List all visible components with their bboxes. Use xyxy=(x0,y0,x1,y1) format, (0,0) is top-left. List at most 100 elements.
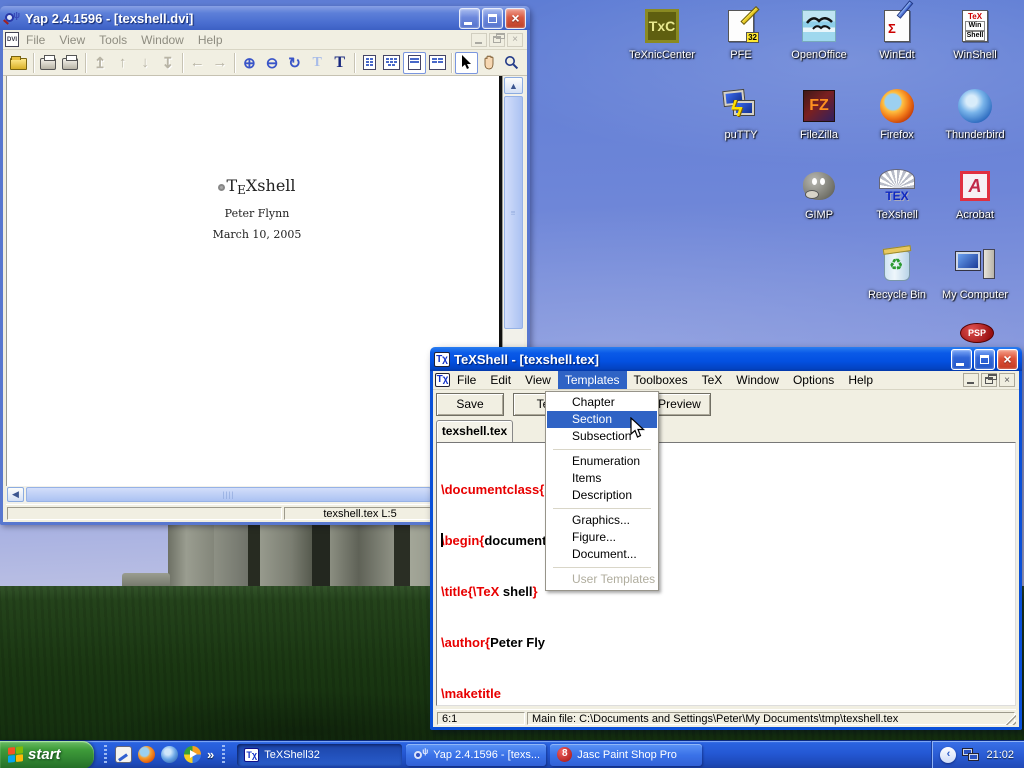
yap-mdi-close-button[interactable]: × xyxy=(507,33,523,47)
zoom-in-button[interactable]: ⊕ xyxy=(238,52,261,74)
toolbar-grip[interactable] xyxy=(222,745,225,765)
texshell-titlebar[interactable]: Tχ TeXShell - [texshell.tex] × xyxy=(430,347,1022,371)
yap-menu-window[interactable]: Window xyxy=(134,31,191,49)
code-line: \begin{document} xyxy=(441,532,1015,549)
quicklaunch-overflow-chevron[interactable]: » xyxy=(207,747,214,762)
desktop-icon-pfe[interactable]: 32 PFE xyxy=(702,6,780,61)
taskbar-button-texshell[interactable]: Tχ TeXShell32 xyxy=(237,744,402,766)
yap-menu-view[interactable]: View xyxy=(52,31,92,49)
mdi-restore-button[interactable] xyxy=(981,373,997,387)
forward-button[interactable]: → xyxy=(209,52,232,74)
continuous-facing-view-button[interactable] xyxy=(426,52,449,74)
network-status-icon[interactable] xyxy=(962,747,980,763)
code-line: \title{\TeX shell} xyxy=(441,583,1015,600)
start-button[interactable]: start xyxy=(0,741,94,768)
code-editor[interactable]: \documentclass{ \begin{document} \title{… xyxy=(436,442,1016,706)
mdi-close-button[interactable]: × xyxy=(999,373,1015,387)
tab-texshell-tex[interactable]: texshell.tex xyxy=(436,420,513,442)
zoom-in-icon: ⊕ xyxy=(243,54,256,72)
desktop-icon-recyclebin[interactable]: ♻ Recycle Bin xyxy=(858,246,936,301)
menu-view[interactable]: View xyxy=(518,371,558,389)
desktop-icon-texniccenter[interactable]: TxC TeXnicCenter xyxy=(623,6,701,61)
menu-item-document[interactable]: Document... xyxy=(547,546,657,563)
horizontal-scrollbar[interactable]: ◀ |||| ▶ xyxy=(6,486,503,504)
scroll-up-button[interactable]: ▲ xyxy=(504,77,523,94)
menu-templates[interactable]: Templates xyxy=(558,371,627,389)
next-page-button[interactable]: ↓ xyxy=(134,52,157,74)
zoom-out-button[interactable]: ⊖ xyxy=(261,52,284,74)
icon-label: TeXnicCenter xyxy=(623,49,701,61)
firefox-quicklaunch-icon[interactable] xyxy=(138,746,155,763)
back-button[interactable]: ← xyxy=(186,52,209,74)
print-button[interactable] xyxy=(37,52,60,74)
desktop-icon-mycomputer[interactable]: My Computer xyxy=(936,246,1014,301)
two-page-icon xyxy=(383,55,400,70)
single-page-view-button[interactable] xyxy=(358,52,381,74)
facing-page-view-button[interactable] xyxy=(381,52,404,74)
yap-menu-help[interactable]: Help xyxy=(191,31,230,49)
menu-edit[interactable]: Edit xyxy=(483,371,518,389)
yap-close-button[interactable]: × xyxy=(505,8,526,29)
desktop-icon-thunderbird[interactable]: Thunderbird xyxy=(936,86,1014,141)
desktop-icon-filezilla[interactable]: FZ FileZilla xyxy=(780,86,858,141)
desktop-icon-firefox[interactable]: Firefox xyxy=(858,86,936,141)
select-tool-button[interactable] xyxy=(455,52,478,74)
pan-tool-button[interactable] xyxy=(478,52,501,74)
texshell-minimize-button[interactable] xyxy=(951,349,972,370)
yap-mdi-minimize-button[interactable] xyxy=(471,33,487,47)
tray-collapse-chevron[interactable]: ‹ xyxy=(940,747,956,763)
menu-item-enumeration[interactable]: Enumeration xyxy=(547,453,657,470)
menu-item-figure[interactable]: Figure... xyxy=(547,529,657,546)
horizontal-scroll-thumb[interactable]: |||| xyxy=(26,487,431,502)
prev-page-button[interactable]: ↑ xyxy=(111,52,134,74)
yap-menu-file[interactable]: File xyxy=(19,31,52,49)
menu-window[interactable]: Window xyxy=(729,371,786,389)
thunderbird-quicklaunch-icon[interactable] xyxy=(161,746,178,763)
yap-menu-tools[interactable]: Tools xyxy=(92,31,134,49)
menu-options[interactable]: Options xyxy=(786,371,841,389)
desktop-icon-psp[interactable]: PSP xyxy=(938,320,1016,346)
vertical-scroll-thumb[interactable]: ≡ xyxy=(504,96,523,329)
scroll-left-button[interactable]: ◀ xyxy=(7,487,24,502)
desktop-icon-gimp[interactable]: GIMP xyxy=(780,166,858,221)
menu-item-items[interactable]: Items xyxy=(547,470,657,487)
yap-titlebar[interactable]: ψ Yap 2.4.1596 - [texshell.dvi] × xyxy=(0,6,530,30)
open-button[interactable] xyxy=(7,52,30,74)
save-button[interactable]: Save xyxy=(436,393,504,416)
toolbar-grip[interactable] xyxy=(104,745,107,765)
refresh-button[interactable]: ↻ xyxy=(283,52,306,74)
menu-tex[interactable]: TeX xyxy=(695,371,730,389)
desktop-icon-texshell[interactable]: TEX TeXshell xyxy=(858,166,936,221)
menu-help[interactable]: Help xyxy=(841,371,880,389)
menu-item-description[interactable]: Description xyxy=(547,487,657,504)
desktop-icon-acrobat[interactable]: A Acrobat xyxy=(936,166,1014,221)
mdi-minimize-button[interactable] xyxy=(963,373,979,387)
menu-toolboxes[interactable]: Toolboxes xyxy=(627,371,695,389)
source-specials-button[interactable]: T xyxy=(306,52,329,74)
render-text-button[interactable]: T xyxy=(328,52,351,74)
desktop-icon-putty[interactable]: ϟ puTTY xyxy=(702,86,780,141)
menu-item-chapter[interactable]: Chapter xyxy=(547,394,657,411)
clock[interactable]: 21:02 xyxy=(986,749,1014,761)
menu-item-graphics[interactable]: Graphics... xyxy=(547,512,657,529)
desktop-icon-openoffice[interactable]: OpenOffice xyxy=(780,6,858,61)
magnifier-tool-button[interactable] xyxy=(500,52,523,74)
continuous-view-button[interactable] xyxy=(403,52,426,74)
yap-maximize-button[interactable] xyxy=(482,8,503,29)
yap-minimize-button[interactable] xyxy=(459,8,480,29)
desktop-icon-winedt[interactable]: Σ WinEdt xyxy=(858,6,936,61)
first-page-button[interactable]: ↥ xyxy=(89,52,112,74)
dvi-page-preview[interactable]: TEXshell Peter Flynn March 10, 2005 xyxy=(7,76,502,486)
menu-file[interactable]: File xyxy=(450,371,483,389)
print-setup-button[interactable] xyxy=(59,52,82,74)
yap-mdi-restore-button[interactable] xyxy=(489,33,505,47)
last-page-button[interactable]: ↧ xyxy=(156,52,179,74)
mediaplayer-quicklaunch-icon[interactable] xyxy=(184,746,201,763)
texshell-maximize-button[interactable] xyxy=(974,349,995,370)
resize-grip[interactable] xyxy=(1004,713,1016,725)
texshell-close-button[interactable]: × xyxy=(997,349,1018,370)
taskbar-button-psp[interactable]: 8 Jasc Paint Shop Pro xyxy=(550,744,702,766)
taskbar-button-yap[interactable]: ψ Yap 2.4.1596 - [texs... xyxy=(406,744,546,766)
show-desktop-icon[interactable] xyxy=(115,746,132,763)
desktop-icon-winshell[interactable]: TeX Win Shell WinShell xyxy=(936,6,1014,61)
